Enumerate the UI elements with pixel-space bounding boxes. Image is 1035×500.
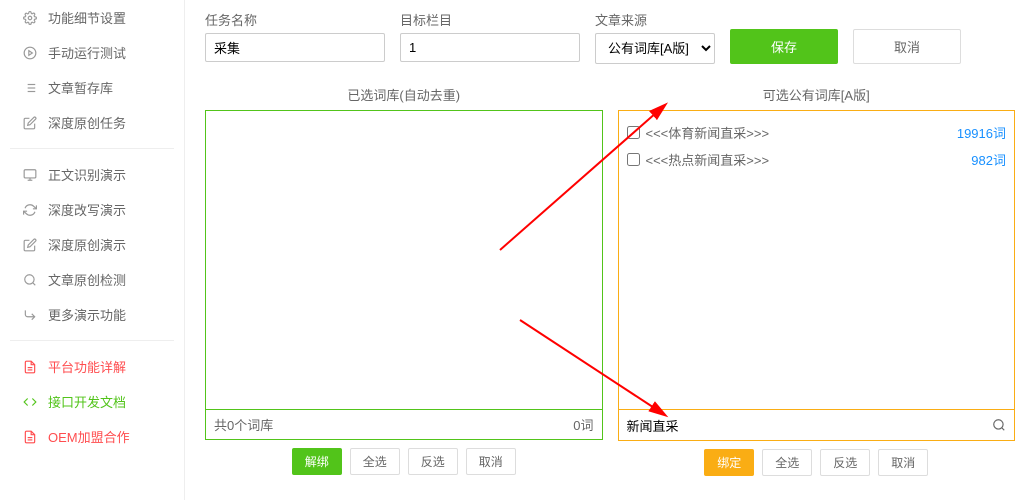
dict-label: <<<体育新闻直采>>> (646, 123, 957, 142)
footer-count-label: 共0个词库 (214, 415, 573, 434)
bind-button[interactable]: 绑定 (704, 449, 754, 476)
sidebar: 功能细节设置 手动运行测试 文章暂存库 深度原创任务 正文识别演示 深度改写演示… (0, 0, 185, 500)
divider (10, 340, 174, 341)
sidebar-item-label: 更多演示功能 (48, 305, 126, 324)
search-icon (20, 273, 40, 287)
edit-icon (20, 116, 40, 130)
panel-title: 已选词库(自动去重) (205, 79, 603, 110)
sidebar-item-label: 文章暂存库 (48, 78, 113, 97)
dict-search-input[interactable] (619, 412, 985, 439)
refresh-icon (20, 203, 40, 217)
file-icon (20, 430, 40, 444)
monitor-icon (20, 168, 40, 182)
form-row: 任务名称 目标栏目 文章来源 公有词库[A版] 保存 取消 (205, 10, 1015, 64)
sidebar-item-label: OEM加盟合作 (48, 427, 130, 446)
available-dict-list: <<<体育新闻直采>>> 19916词 <<<热点新闻直采>>> 982词 (618, 110, 1016, 410)
selected-dict-list (205, 110, 603, 410)
sidebar-item-deep-task[interactable]: 深度原创任务 (10, 105, 174, 140)
article-source-select[interactable]: 公有词库[A版] (595, 33, 715, 64)
task-name-input[interactable] (205, 33, 385, 62)
cancel-select-button[interactable]: 取消 (878, 449, 928, 476)
sidebar-item-api-docs[interactable]: 接口开发文档 (10, 384, 174, 419)
dict-item[interactable]: <<<热点新闻直采>>> 982词 (627, 146, 1007, 173)
sidebar-item-label: 正文识别演示 (48, 165, 126, 184)
task-name-label: 任务名称 (205, 10, 385, 29)
sidebar-item-text-demo[interactable]: 正文识别演示 (10, 157, 174, 192)
sidebar-item-label: 手动运行测试 (48, 43, 126, 62)
sidebar-item-manual-run[interactable]: 手动运行测试 (10, 35, 174, 70)
sidebar-item-label: 文章原创检测 (48, 270, 126, 289)
invert-button[interactable]: 反选 (820, 449, 870, 476)
sidebar-item-original-demo[interactable]: 深度原创演示 (10, 227, 174, 262)
dict-item[interactable]: <<<体育新闻直采>>> 19916词 (627, 119, 1007, 146)
dict-count: 19916词 (957, 123, 1006, 142)
search-button[interactable] (984, 410, 1014, 440)
available-dict-panel: 可选公有词库[A版] <<<体育新闻直采>>> 19916词 <<<热点新闻直采… (618, 79, 1016, 484)
list-icon (20, 81, 40, 95)
sidebar-item-article-store[interactable]: 文章暂存库 (10, 70, 174, 105)
save-button[interactable]: 保存 (730, 29, 838, 64)
sidebar-item-platform-docs[interactable]: 平台功能详解 (10, 349, 174, 384)
sidebar-item-label: 深度原创演示 (48, 235, 126, 254)
target-column-label: 目标栏目 (400, 10, 580, 29)
unbind-button[interactable]: 解绑 (292, 448, 342, 475)
sliders-icon (20, 11, 40, 25)
sidebar-item-rewrite-demo[interactable]: 深度改写演示 (10, 192, 174, 227)
sidebar-item-label: 功能细节设置 (48, 8, 126, 27)
file-icon (20, 360, 40, 374)
sidebar-item-label: 深度原创任务 (48, 113, 126, 132)
cancel-select-button[interactable]: 取消 (466, 448, 516, 475)
edit-icon (20, 238, 40, 252)
sidebar-item-label: 接口开发文档 (48, 392, 126, 411)
dict-label: <<<热点新闻直采>>> (646, 150, 972, 169)
sidebar-item-settings[interactable]: 功能细节设置 (10, 0, 174, 35)
sidebar-item-detection[interactable]: 文章原创检测 (10, 262, 174, 297)
sidebar-item-label: 平台功能详解 (48, 357, 126, 376)
footer-word-count: 0词 (573, 415, 593, 434)
code-icon (20, 395, 40, 409)
cancel-button[interactable]: 取消 (853, 29, 961, 64)
divider (10, 148, 174, 149)
select-all-button[interactable]: 全选 (762, 449, 812, 476)
select-all-button[interactable]: 全选 (350, 448, 400, 475)
main-content: 任务名称 目标栏目 文章来源 公有词库[A版] 保存 取消 已选词 (185, 0, 1035, 500)
target-column-input[interactable] (400, 33, 580, 62)
article-source-label: 文章来源 (595, 10, 715, 29)
search-icon (992, 418, 1006, 432)
panel-title: 可选公有词库[A版] (618, 79, 1016, 110)
sidebar-item-oem[interactable]: OEM加盟合作 (10, 419, 174, 454)
sidebar-item-label: 深度改写演示 (48, 200, 126, 219)
dict-count: 982词 (971, 150, 1006, 169)
selected-dict-panel: 已选词库(自动去重) 共0个词库 0词 解绑 全选 反选 取消 (205, 79, 603, 484)
arrow-right-icon (20, 308, 40, 322)
sidebar-item-more-demo[interactable]: 更多演示功能 (10, 297, 174, 332)
invert-button[interactable]: 反选 (408, 448, 458, 475)
dict-checkbox[interactable] (627, 126, 640, 139)
play-circle-icon (20, 46, 40, 60)
dict-checkbox[interactable] (627, 153, 640, 166)
